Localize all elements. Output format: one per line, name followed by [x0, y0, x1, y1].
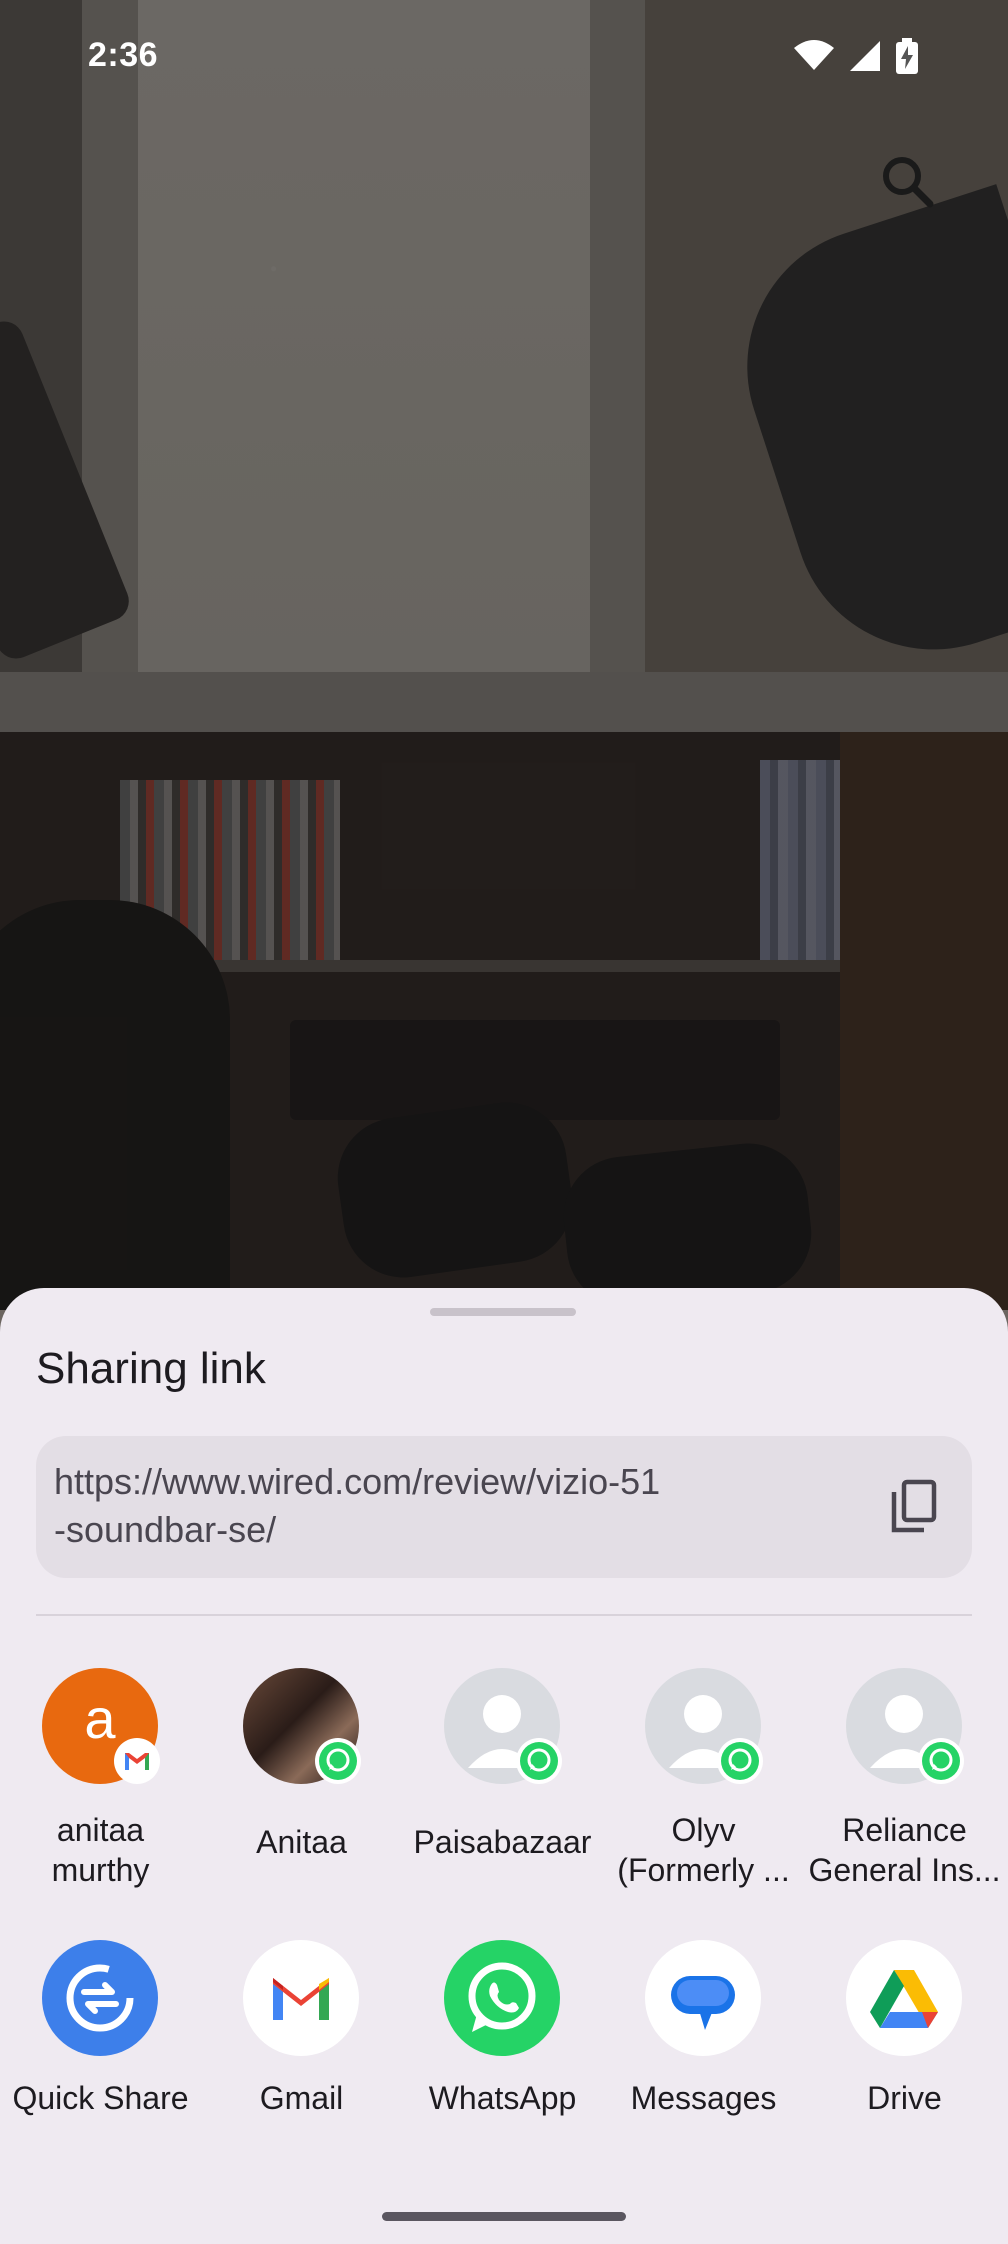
- contact-label: anitaa murthy: [51, 1812, 150, 1888]
- drive-icon: [846, 1940, 962, 2056]
- app-label: Gmail: [259, 2080, 344, 2116]
- wifi-icon: [794, 40, 834, 70]
- contact-label: Paisabazaar: [413, 1824, 592, 1860]
- whatsapp-badge-icon: [717, 1738, 763, 1784]
- search-button[interactable]: [872, 146, 944, 218]
- status-icons: [794, 38, 918, 74]
- app-label: Quick Share: [12, 2080, 189, 2116]
- contact-label: Reliance General Ins...: [808, 1812, 1001, 1888]
- contact-label: Anitaa: [256, 1824, 347, 1860]
- drag-handle[interactable]: [430, 1308, 576, 1316]
- sheet-title: Sharing link: [36, 1344, 266, 1393]
- quick-share-icon: [42, 1940, 158, 2056]
- whatsapp-icon: [444, 1940, 560, 2056]
- status-bar: 2:36: [0, 0, 1008, 110]
- link-line-1: https://www.wired.com/review/vizio-51: [54, 1461, 661, 1502]
- app-label: Messages: [630, 2080, 777, 2116]
- link-line-2: -soundbar-se/: [54, 1509, 277, 1550]
- gmail-badge-icon: [114, 1738, 160, 1784]
- messages-icon: [645, 1940, 761, 2056]
- gmail-icon: [243, 1940, 359, 2056]
- whatsapp-badge-icon: [918, 1738, 964, 1784]
- battery-charging-icon: [896, 38, 918, 74]
- search-icon: [883, 157, 934, 208]
- share-sheet: Sharing link https://www.wired.com/revie…: [0, 1288, 1008, 2244]
- signal-icon: [850, 41, 880, 71]
- whatsapp-badge-icon: [516, 1738, 562, 1784]
- divider: [36, 1614, 972, 1616]
- contact-label: Olyv (Formerly ...: [617, 1812, 790, 1888]
- background-photo: [0, 0, 1008, 1310]
- copy-icon: [891, 1479, 937, 1533]
- app-label: Drive: [867, 2080, 942, 2116]
- link-text: https://www.wired.com/review/vizio-51 -s…: [54, 1458, 794, 1554]
- app-label: WhatsApp: [428, 2080, 577, 2116]
- status-time: 2:36: [88, 36, 159, 74]
- gesture-nav-bar[interactable]: [382, 2212, 626, 2221]
- copy-button[interactable]: [884, 1476, 944, 1538]
- whatsapp-badge-icon: [315, 1738, 361, 1784]
- link-preview: https://www.wired.com/review/vizio-51 -s…: [36, 1436, 972, 1578]
